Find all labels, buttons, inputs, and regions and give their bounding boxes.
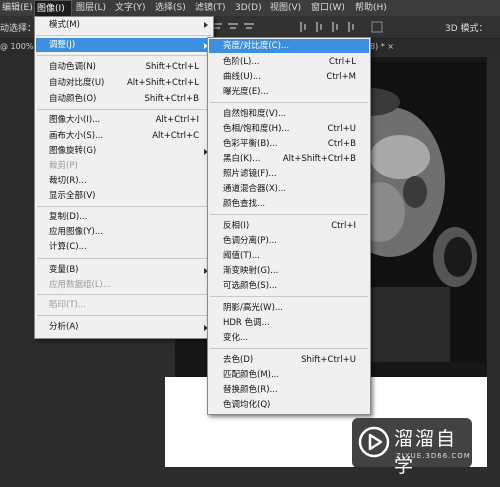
- menu-separator: [37, 35, 211, 36]
- menu-item-auto-tone[interactable]: 自动色调(N) Shift+Ctrl+L: [49, 61, 199, 74]
- menu-item-exposure[interactable]: 曝光度(E)...: [223, 86, 356, 99]
- menu-separator: [37, 206, 211, 207]
- auto-select-label: 动选择：: [0, 24, 37, 34]
- menu-item-trim[interactable]: 裁切(R)...: [49, 175, 199, 188]
- menu-item-auto-contrast[interactable]: 自动对比度(U) Alt+Shift+Ctrl+L: [49, 77, 199, 90]
- menu-item-shadows-highlights[interactable]: 阴影/高光(W)...: [223, 302, 356, 315]
- menu-item-invert[interactable]: 反相(I) Ctrl+I: [223, 220, 356, 233]
- menu-separator: [210, 102, 368, 103]
- menu-item-brightness-contrast[interactable]: 亮度/对比度(C)...: [223, 40, 363, 53]
- menu-item-posterize[interactable]: 色调分离(P)...: [223, 235, 356, 248]
- zoom-readout: @ 100%: [0, 42, 34, 51]
- menu-3d[interactable]: 3D(D): [233, 0, 264, 16]
- menu-filter[interactable]: 滤镜(T): [193, 0, 228, 16]
- menu-item-vibrance[interactable]: 自然饱和度(V)...: [223, 108, 356, 121]
- 3d-mode-label: 3D 模式：: [445, 24, 488, 34]
- menu-item-gradient-map[interactable]: 渐变映射(G)...: [223, 265, 356, 278]
- menu-item-color-lookup[interactable]: 颜色查找...: [223, 198, 356, 211]
- menu-item-trap: 陷印(T)...: [49, 300, 86, 310]
- adjustments-submenu: 亮度/对比度(C)... 色阶(L)... Ctrl+L 曲线(U)... Ctrl…: [207, 37, 371, 415]
- menu-item-channel-mixer[interactable]: 通道混合器(X)...: [223, 183, 356, 196]
- menu-item-replace-color[interactable]: 替换颜色(R)...: [223, 384, 356, 397]
- menu-item-apply-dataset: 应用数据组(L)...: [49, 280, 111, 290]
- menu-item-mode[interactable]: 模式(M): [49, 19, 209, 32]
- menu-item-auto-color[interactable]: 自动颜色(O) Shift+Ctrl+B: [49, 93, 199, 106]
- menu-item-hue-saturation[interactable]: 色相/饱和度(H)... Ctrl+U: [223, 123, 356, 136]
- menu-separator: [37, 109, 211, 110]
- document-tab[interactable]: 8) * ×: [370, 42, 394, 51]
- menu-help[interactable]: 帮助(H): [353, 0, 389, 16]
- menu-item-variations[interactable]: 变化...: [223, 332, 356, 345]
- menu-item-duplicate[interactable]: 复制(D)...: [49, 211, 199, 224]
- menu-separator: [210, 214, 368, 215]
- menu-separator: [37, 294, 211, 295]
- watermark-title: 溜溜自学: [394, 428, 458, 477]
- menu-item-image-size[interactable]: 图像大小(I)... Alt+Ctrl+I: [49, 114, 199, 127]
- menu-item-threshold[interactable]: 阈值(T)...: [223, 250, 356, 263]
- menu-type[interactable]: 文字(Y): [113, 0, 148, 16]
- menu-item-equalize[interactable]: 色调均化(Q): [223, 399, 356, 412]
- watermark-subtitle: ZIXUE.3D66.COM: [396, 452, 471, 460]
- align-icons[interactable]: [212, 20, 392, 34]
- menu-item-calculations[interactable]: 计算(C)...: [49, 241, 199, 254]
- menu-item-analysis[interactable]: 分析(A): [49, 321, 199, 334]
- menu-edit[interactable]: 编辑(E): [0, 0, 35, 16]
- submenu-arrow-icon: [204, 22, 208, 28]
- menu-window[interactable]: 窗口(W): [309, 0, 347, 16]
- menu-item-image-rotation[interactable]: 图像旋转(G): [49, 145, 199, 158]
- menu-bar: 编辑(E) 图像(I) 图层(L) 文字(Y) 选择(S) 滤镜(T) 3D(D…: [0, 0, 500, 16]
- menu-item-variables[interactable]: 变量(B): [49, 264, 199, 277]
- menu-separator: [210, 348, 368, 349]
- menu-item-black-white[interactable]: 黑白(K)... Alt+Shift+Ctrl+B: [223, 153, 356, 166]
- menu-separator: [37, 258, 211, 259]
- menu-layer[interactable]: 图层(L): [74, 0, 108, 16]
- menu-item-canvas-size[interactable]: 画布大小(S)... Alt+Ctrl+C: [49, 130, 199, 143]
- watermark: 溜溜自学 ZIXUE.3D66.COM: [352, 418, 472, 477]
- menu-item-adjust[interactable]: 调整(J): [49, 39, 209, 52]
- menu-item-crop: 裁剪(P): [49, 161, 78, 171]
- menu-image[interactable]: 图像(I): [34, 0, 72, 16]
- menu-item-selective-color[interactable]: 可选颜色(S)...: [223, 280, 356, 293]
- menu-item-hdr-toning[interactable]: HDR 色调...: [223, 317, 356, 330]
- menu-item-match-color[interactable]: 匹配颜色(M)...: [223, 369, 356, 382]
- menu-separator: [210, 296, 368, 297]
- menu-item-photo-filter[interactable]: 照片滤镜(F)...: [223, 168, 356, 181]
- menu-item-color-balance[interactable]: 色彩平衡(B)... Ctrl+B: [223, 138, 356, 151]
- image-menu: 模式(M) 调整(J) 自动色调(N) Shift+Ctrl+L 自动对比度(U)…: [34, 16, 214, 339]
- menu-item-desaturate[interactable]: 去色(D) Shift+Ctrl+U: [223, 354, 356, 367]
- photo-person: [360, 62, 485, 362]
- menu-separator: [37, 315, 211, 316]
- menu-item-apply-image[interactable]: 应用图像(Y)...: [49, 226, 199, 239]
- menu-separator: [37, 55, 211, 56]
- menu-item-curves[interactable]: 曲线(U)... Ctrl+M: [223, 71, 356, 84]
- play-logo-icon: [358, 426, 390, 458]
- menu-view[interactable]: 视图(V): [268, 0, 303, 16]
- menu-item-reveal-all[interactable]: 显示全部(V): [49, 190, 199, 203]
- menu-select[interactable]: 选择(S): [153, 0, 188, 16]
- menu-item-levels[interactable]: 色阶(L)... Ctrl+L: [223, 56, 356, 69]
